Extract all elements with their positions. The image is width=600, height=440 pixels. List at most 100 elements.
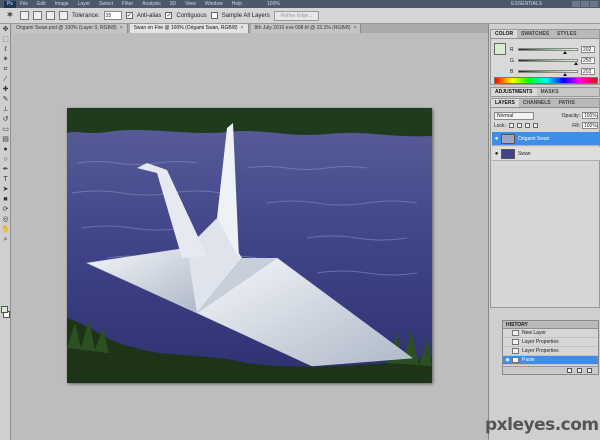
slider-thumb[interactable] (573, 62, 578, 65)
3d-orbit-tool-icon[interactable]: ◎ (1, 215, 10, 224)
magic-wand-icon[interactable]: ✶ (4, 10, 16, 21)
history-brush-tool-icon[interactable]: ↺ (1, 115, 10, 124)
antialias-checkbox[interactable]: ✓ (125, 12, 133, 19)
clone-stamp-tool-icon[interactable]: ⊥ (1, 105, 10, 114)
green-value-input[interactable]: 250 (581, 57, 595, 64)
menu-layer[interactable]: Layer (78, 1, 91, 7)
healing-brush-tool-icon[interactable]: ✚ (1, 85, 10, 94)
sample-all-layers-checkbox[interactable] (210, 12, 218, 19)
menu-3d[interactable]: 3D (170, 1, 176, 7)
type-tool-icon[interactable]: T (1, 175, 10, 184)
zoom-tool-icon[interactable]: ⌕ (1, 235, 10, 244)
tab-8th-july[interactable]: 8th July 2010 eve 098.tif @ 33.3% (RGB/8… (250, 24, 362, 33)
minimize-button[interactable] (572, 1, 580, 7)
blue-slider[interactable] (518, 70, 578, 76)
crop-tool-icon[interactable]: ⌗ (1, 65, 10, 74)
tab-masks[interactable]: MASKS (537, 88, 563, 96)
maximize-button[interactable] (581, 1, 589, 7)
dodge-tool-icon[interactable]: ○ (1, 155, 10, 164)
layer-row-swan[interactable]: ● Swan (492, 147, 600, 161)
lasso-tool-icon[interactable]: ℓ (1, 45, 10, 54)
lock-row: Lock: Fill: 100% (494, 121, 598, 130)
foreground-color-swatch[interactable] (1, 306, 8, 313)
menu-analysis[interactable]: Analysis (142, 1, 161, 7)
contiguous-checkbox[interactable]: ✓ (165, 12, 173, 19)
close-icon[interactable]: × (354, 24, 357, 33)
tab-swan-on-fire[interactable]: Swan on Fire @ 100% (Origami Swan, RGB/8… (129, 24, 249, 33)
add-selection-mode-button[interactable] (33, 11, 42, 20)
marquee-tool-icon[interactable]: ⬚ (1, 35, 10, 44)
green-slider[interactable] (518, 59, 578, 65)
layer-row-origami-swan[interactable]: ● Origami Swan (492, 132, 600, 146)
opacity-input[interactable]: 100% (582, 112, 598, 119)
fill-input[interactable]: 100% (582, 122, 598, 129)
hand-tool-icon[interactable]: ✋ (1, 225, 10, 234)
lock-position-icon[interactable] (524, 123, 530, 128)
history-step-icon (512, 357, 519, 363)
shape-tool-icon[interactable]: ■ (1, 195, 10, 204)
history-brush-source-icon[interactable]: ◉ (503, 357, 512, 363)
eye-icon[interactable]: ● (492, 136, 501, 142)
tab-adjustments[interactable]: ADJUSTMENTS (491, 88, 537, 96)
history-item-selected[interactable]: ◉ Paste (503, 356, 598, 365)
menu-view[interactable]: View (185, 1, 196, 7)
foreground-color-preview[interactable] (494, 43, 506, 55)
move-tool-icon[interactable]: ✥ (1, 25, 10, 34)
refine-edge-button[interactable]: Refine Edge... (273, 10, 320, 21)
new-document-from-state-icon[interactable] (567, 368, 572, 373)
blur-tool-icon[interactable]: ● (1, 145, 10, 154)
tools-panel: ✥ ⬚ ℓ ✶ ⌗ ⁄ ✚ ✎ ⊥ ↺ ▭ ▤ ● ○ ✒ T ➤ ■ ⟳ ◎ … (0, 24, 11, 440)
slider-thumb[interactable] (562, 73, 567, 76)
menu-select[interactable]: Select (99, 1, 113, 7)
blend-mode-select[interactable]: Normal (494, 111, 534, 120)
tab-layers[interactable]: LAYERS (491, 99, 519, 107)
tab-paths[interactable]: PATHS (555, 99, 579, 107)
magic-wand-tool-icon[interactable]: ✶ (1, 55, 10, 64)
close-button[interactable] (590, 1, 598, 7)
menu-window[interactable]: Window (205, 1, 223, 7)
eraser-tool-icon[interactable]: ▭ (1, 125, 10, 134)
menu-edit[interactable]: Edit (37, 1, 46, 7)
history-item[interactable]: Layer Properties (503, 347, 598, 356)
document-image[interactable] (67, 108, 432, 383)
history-panel-title[interactable]: HISTORY (503, 321, 598, 329)
red-value-input[interactable]: 202 (581, 46, 595, 53)
tab-origami-swan[interactable]: Origami Swan.psd @ 100% (Layer 0, RGB/8)… (12, 24, 128, 33)
canvas-area[interactable] (12, 33, 488, 440)
workspace-switcher[interactable]: ESSENTIALS (511, 1, 542, 7)
subtract-selection-mode-button[interactable] (46, 11, 55, 20)
gradient-tool-icon[interactable]: ▤ (1, 135, 10, 144)
zoom-level[interactable]: 100% (267, 1, 280, 7)
path-selection-tool-icon[interactable]: ➤ (1, 185, 10, 194)
tab-channels[interactable]: CHANNELS (519, 99, 555, 107)
3d-rotate-tool-icon[interactable]: ⟳ (1, 205, 10, 214)
close-icon[interactable]: × (120, 24, 123, 33)
lock-pixels-icon[interactable] (516, 123, 522, 128)
history-item[interactable]: Layer Properties (503, 338, 598, 347)
red-slider[interactable] (518, 48, 578, 54)
close-icon[interactable]: × (241, 24, 244, 33)
trash-icon[interactable] (587, 368, 592, 373)
tab-styles[interactable]: STYLES (553, 30, 580, 38)
new-selection-mode-button[interactable] (20, 11, 29, 20)
lock-all-icon[interactable] (532, 123, 538, 128)
history-item[interactable]: New Layer (503, 329, 598, 338)
menu-filter[interactable]: Filter (122, 1, 133, 7)
tolerance-input[interactable]: 25 (103, 11, 122, 20)
intersect-selection-mode-button[interactable] (59, 11, 68, 20)
slider-thumb[interactable] (562, 51, 567, 54)
new-snapshot-icon[interactable] (577, 368, 582, 373)
tab-color[interactable]: COLOR (491, 30, 518, 38)
eyedropper-tool-icon[interactable]: ⁄ (1, 75, 10, 84)
tab-swatches[interactable]: SWATCHES (517, 30, 553, 38)
pen-tool-icon[interactable]: ✒ (1, 165, 10, 174)
color-spectrum-bar[interactable] (494, 77, 598, 84)
menu-file[interactable]: File (20, 1, 28, 7)
brush-tool-icon[interactable]: ✎ (1, 95, 10, 104)
color-panel: COLOR SWATCHES STYLES R 202 G 250 B 202 (490, 29, 600, 85)
lock-transparency-icon[interactable] (508, 123, 514, 128)
menu-help[interactable]: Help (232, 1, 242, 7)
eye-icon[interactable]: ● (492, 151, 501, 157)
menu-image[interactable]: Image (55, 1, 69, 7)
blue-value-input[interactable]: 202 (581, 68, 595, 75)
